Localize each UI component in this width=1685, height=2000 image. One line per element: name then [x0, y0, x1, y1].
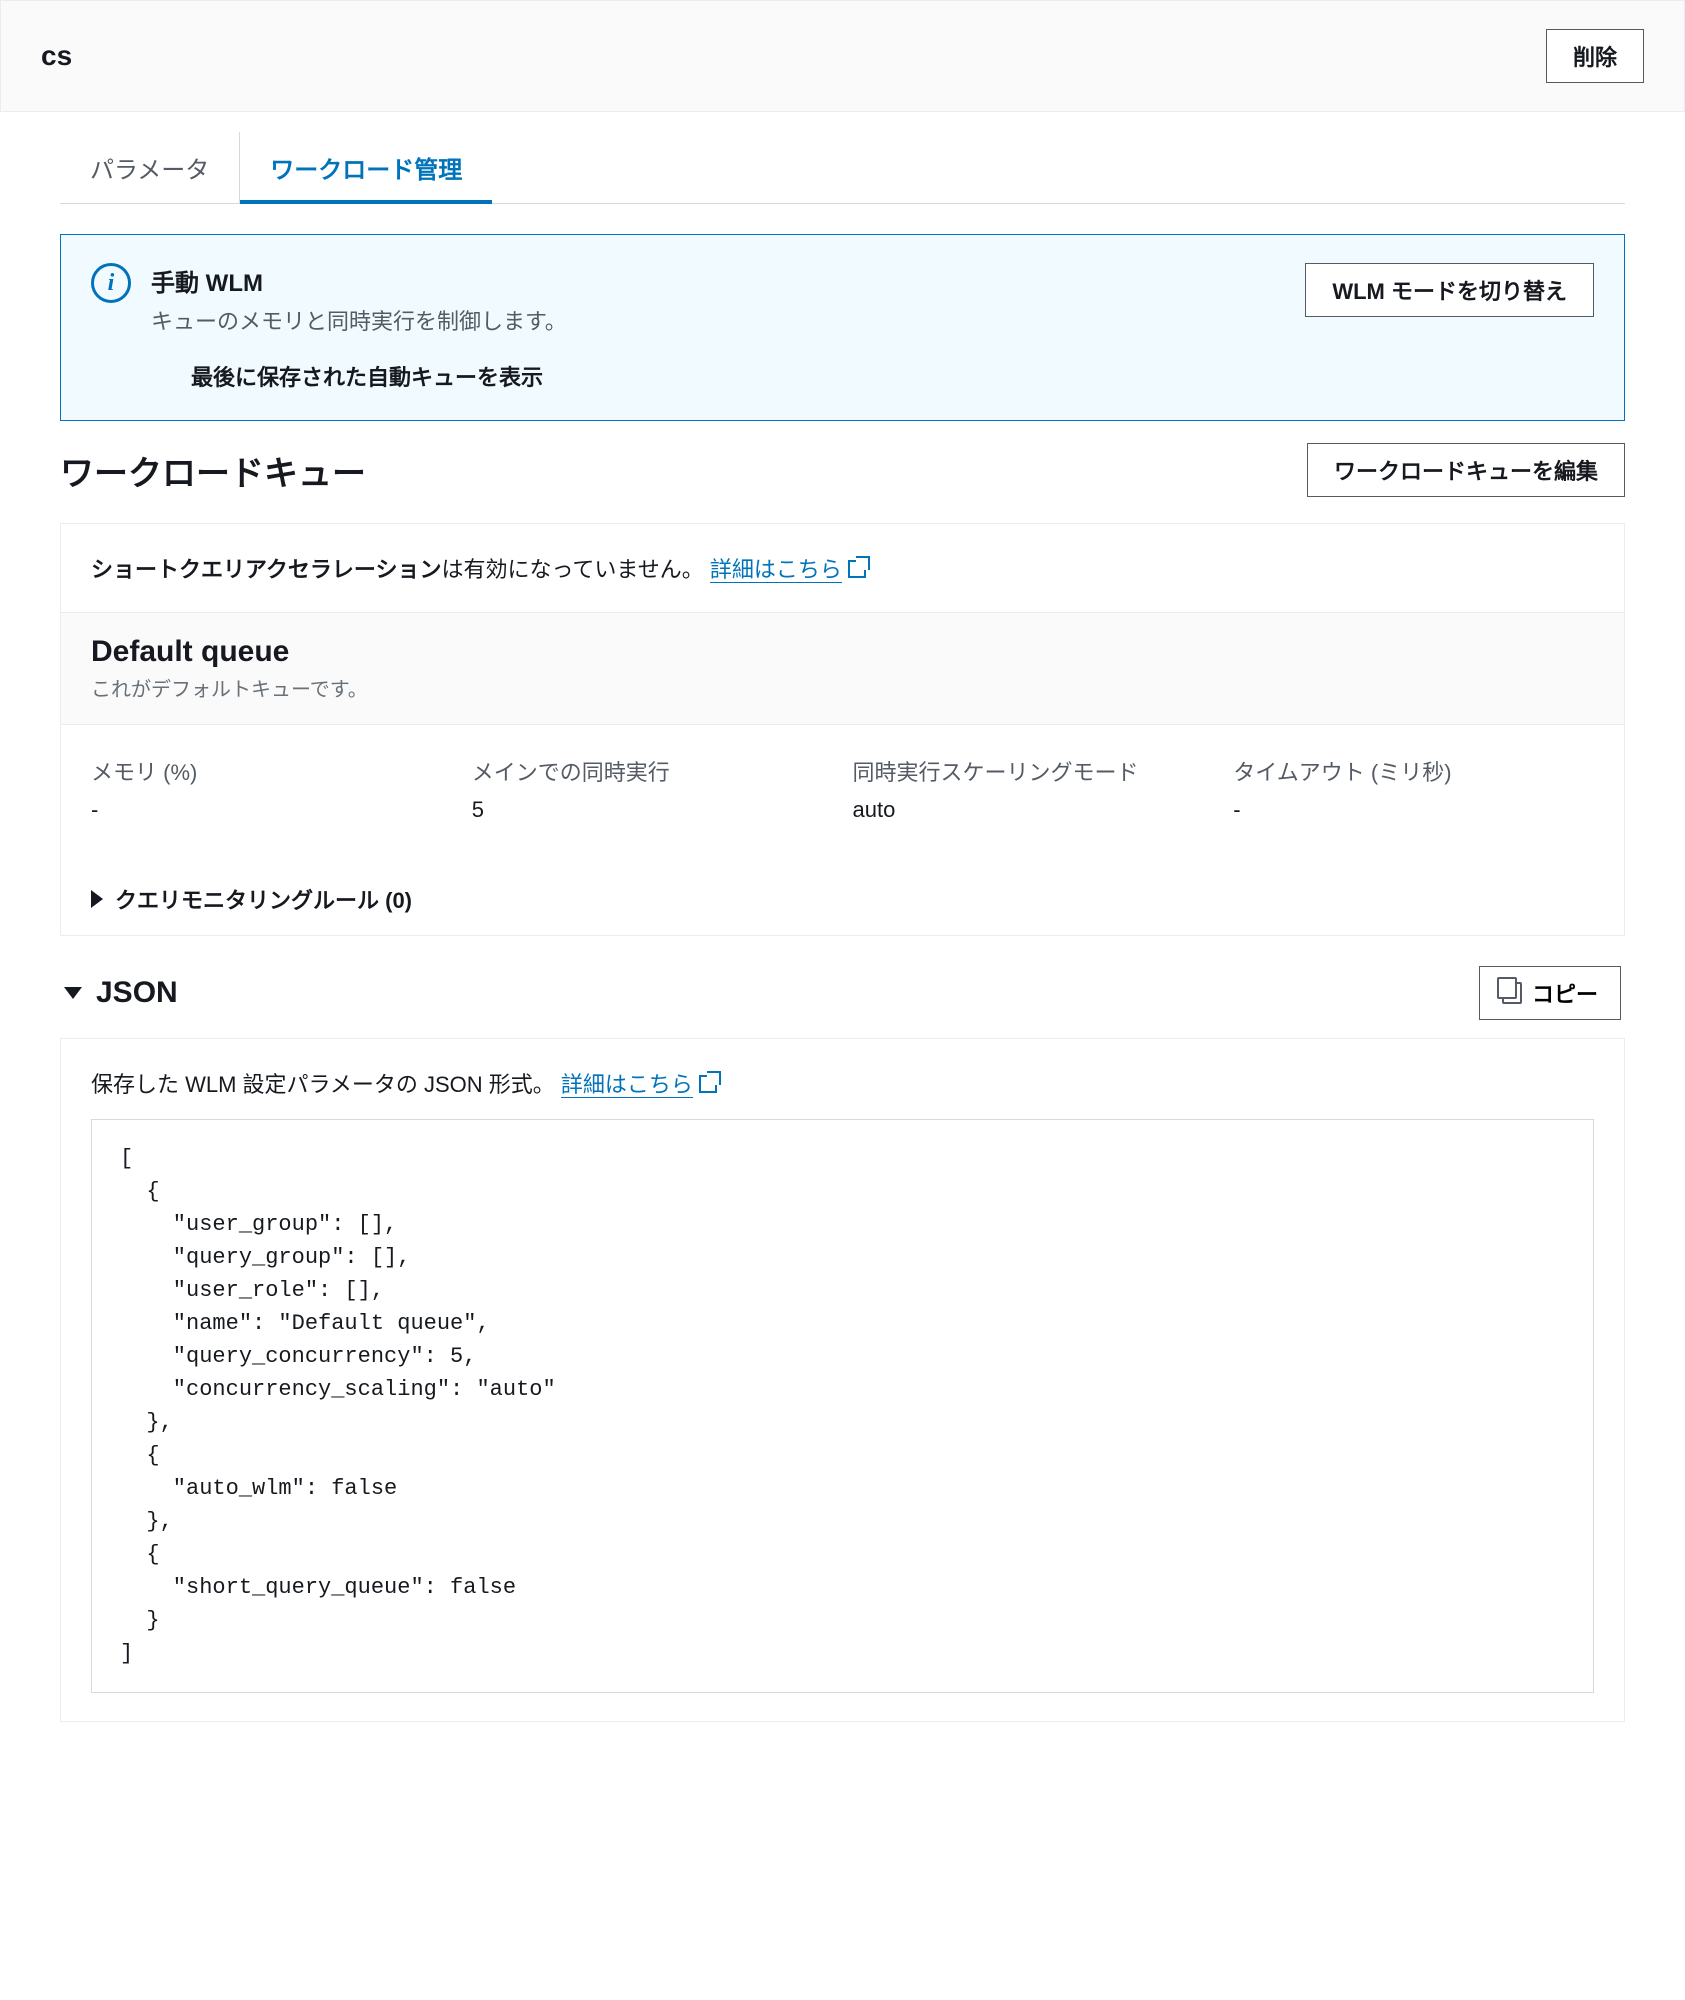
tab-parameter[interactable]: パラメータ — [60, 132, 240, 203]
page-header: cs 削除 — [0, 0, 1685, 112]
query-monitoring-rules-expander[interactable]: クエリモニタリングルール (0) — [61, 863, 1624, 935]
json-code-block: [ { "user_group": [], "query_group": [],… — [91, 1119, 1594, 1693]
json-description-row: 保存した WLM 設定パラメータの JSON 形式。 詳細はこちら — [91, 1067, 1594, 1099]
field-concurrency-label: メインでの同時実行 — [472, 755, 833, 787]
workload-queue-header-row: ワークロードキュー ワークロードキューを編集 — [60, 443, 1625, 497]
field-concurrency-value: 5 — [472, 797, 833, 823]
json-panel: 保存した WLM 設定パラメータの JSON 形式。 詳細はこちら [ { "u… — [60, 1038, 1625, 1722]
sqa-label-rest: は有効になっていません。 — [441, 557, 703, 582]
delete-button[interactable]: 削除 — [1546, 29, 1644, 83]
sqa-learn-more-link[interactable]: 詳細はこちら — [710, 557, 842, 583]
default-queue-subtitle: これがデフォルトキューです。 — [91, 673, 1594, 702]
edit-workload-queue-button[interactable]: ワークロードキューを編集 — [1307, 443, 1625, 497]
field-scaling-label: 同時実行スケーリングモード — [853, 755, 1214, 787]
info-body: 手動 WLM キューのメモリと同時実行を制御します。 最後に保存された自動キュー… — [151, 263, 1285, 392]
default-queue-header: Default queue これがデフォルトキューです。 — [61, 612, 1624, 725]
info-description: キューのメモリと同時実行を制御します。 — [151, 304, 1285, 336]
field-scaling-value: auto — [853, 797, 1214, 823]
qmr-label: クエリモニタリングルール (0) — [115, 883, 412, 915]
tab-bar: パラメータ ワークロード管理 — [60, 132, 1625, 204]
sqa-row: ショートクエリアクセラレーションは有効になっていません。 詳細はこちら — [61, 524, 1624, 612]
external-link-icon — [699, 1075, 717, 1093]
json-header-row: JSON コピー — [60, 966, 1625, 1020]
copy-icon — [1502, 982, 1522, 1004]
info-icon: i — [91, 263, 131, 303]
info-subheading: 最後に保存された自動キューを表示 — [191, 360, 1285, 392]
field-memory-label: メモリ (%) — [91, 755, 452, 787]
workload-queue-title: ワークロードキュー — [60, 446, 366, 495]
field-scaling: 同時実行スケーリングモード auto — [853, 755, 1214, 823]
field-timeout: タイムアウト (ミリ秒) - — [1233, 755, 1594, 823]
caret-right-icon — [91, 890, 103, 908]
sqa-label-bold: ショートクエリアクセラレーション — [91, 557, 441, 582]
field-memory: メモリ (%) - — [91, 755, 452, 823]
copy-label: コピー — [1532, 977, 1598, 1009]
external-link-icon — [848, 560, 866, 578]
json-expander[interactable]: JSON — [64, 976, 178, 1010]
tab-workload-management[interactable]: ワークロード管理 — [240, 132, 492, 203]
json-learn-more-link[interactable]: 詳細はこちら — [561, 1072, 693, 1098]
field-concurrency: メインでの同時実行 5 — [472, 755, 833, 823]
field-timeout-label: タイムアウト (ミリ秒) — [1233, 755, 1594, 787]
copy-button[interactable]: コピー — [1479, 966, 1621, 1020]
info-title: 手動 WLM — [151, 263, 1285, 298]
field-timeout-value: - — [1233, 797, 1594, 823]
caret-down-icon — [64, 987, 82, 999]
queue-fields-grid: メモリ (%) - メインでの同時実行 5 同時実行スケーリングモード auto… — [61, 725, 1624, 863]
wlm-mode-info-panel: i 手動 WLM キューのメモリと同時実行を制御します。 最後に保存された自動キ… — [60, 234, 1625, 421]
default-queue-title: Default queue — [91, 635, 1594, 669]
page-title: cs — [41, 40, 72, 72]
json-title: JSON — [96, 976, 178, 1010]
queue-panel: ショートクエリアクセラレーションは有効になっていません。 詳細はこちら Defa… — [60, 523, 1625, 936]
content-area: パラメータ ワークロード管理 i 手動 WLM キューのメモリと同時実行を制御し… — [0, 112, 1685, 1762]
sqa-text: ショートクエリアクセラレーションは有効になっていません。 詳細はこちら — [91, 557, 866, 582]
json-description: 保存した WLM 設定パラメータの JSON 形式。 — [91, 1072, 555, 1097]
field-memory-value: - — [91, 797, 452, 823]
switch-wlm-mode-button[interactable]: WLM モードを切り替え — [1305, 263, 1594, 317]
